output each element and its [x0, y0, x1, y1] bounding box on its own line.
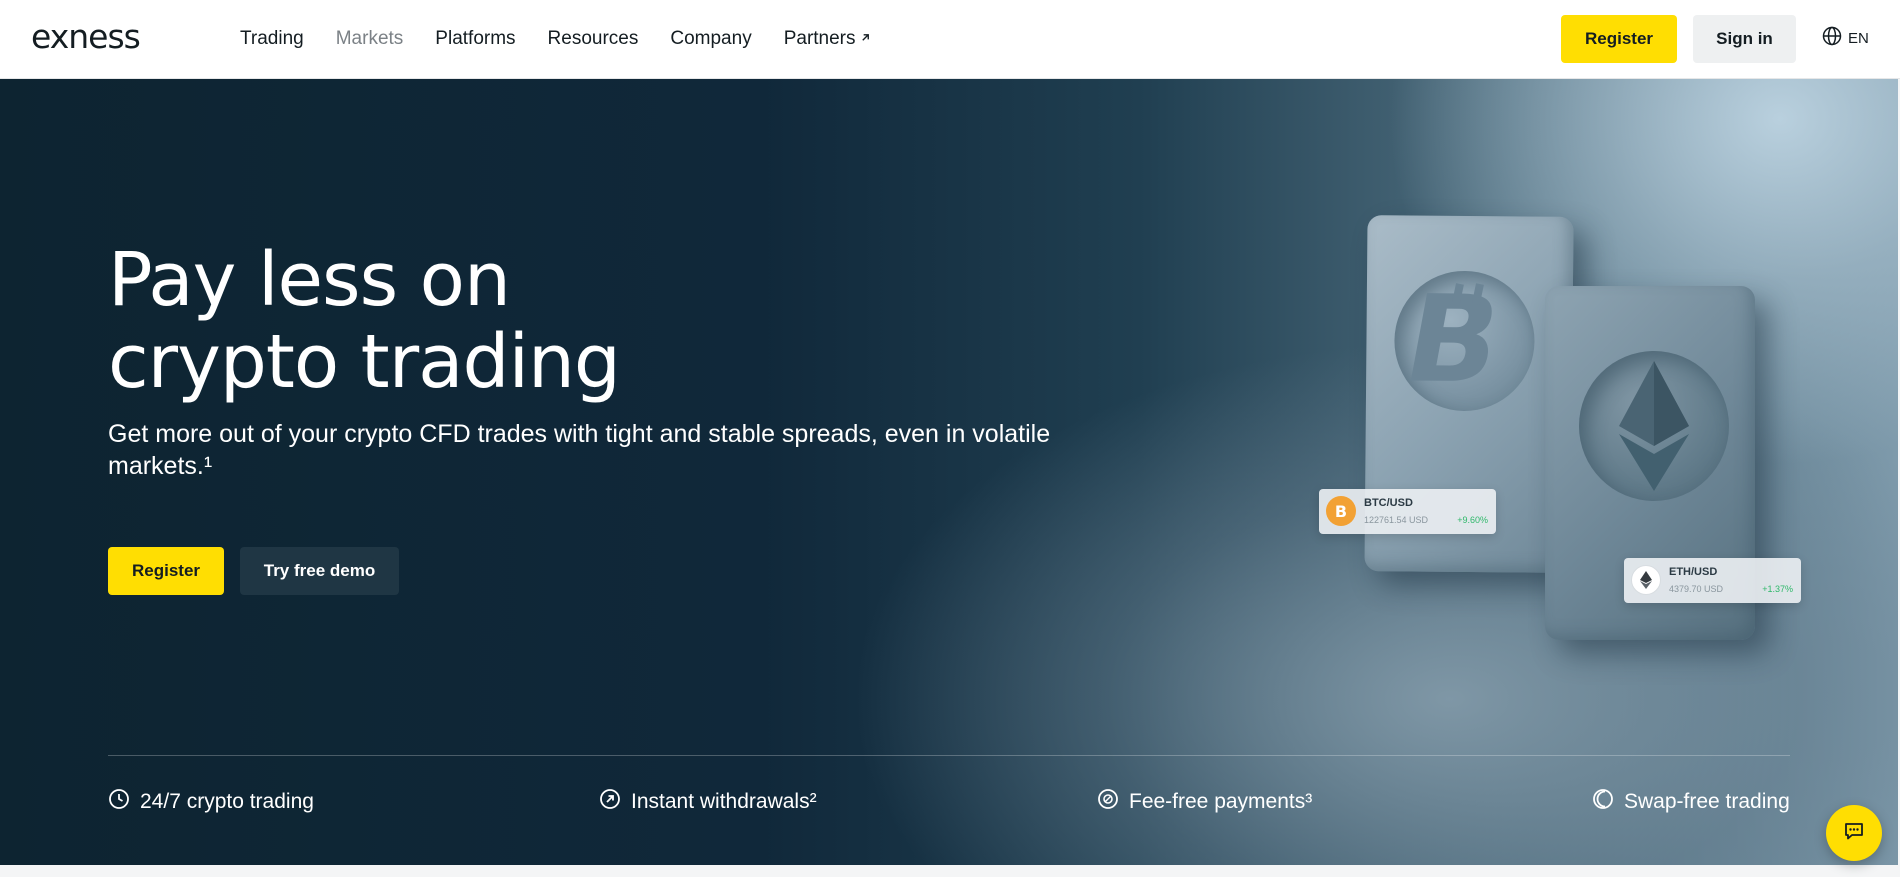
nav-item-label: Company — [670, 28, 752, 49]
nav-item-markets[interactable]: Markets — [336, 24, 404, 54]
hero-title-line: crypto trading — [108, 319, 621, 405]
svg-text:B: B — [1335, 502, 1347, 520]
hero-section: Pay less on crypto trading Get more out … — [0, 79, 1898, 865]
nav-item-label: Partners — [783, 28, 856, 49]
clock-icon — [108, 788, 130, 816]
external-arrow-icon — [860, 24, 871, 54]
bitcoin-coin: B — [1393, 270, 1536, 412]
feature-label: 24/7 crypto trading — [140, 790, 314, 813]
nav-item-company[interactable]: Company — [670, 24, 751, 54]
ticker-pair: ETH/USD — [1669, 566, 1718, 578]
site-header: exness Trading Markets Platforms Resourc… — [0, 0, 1900, 79]
arrow-circle-icon — [599, 788, 621, 816]
btc-ticker: B BTC/USD 122761.54 USD +9.60% — [1319, 489, 1496, 534]
ethereum-coin — [1579, 351, 1729, 501]
chat-icon — [1843, 820, 1865, 847]
ticker-price: 4379.70 USD — [1669, 584, 1724, 594]
try-demo-button[interactable]: Try free demo — [240, 547, 399, 595]
chat-support-button[interactable] — [1826, 805, 1882, 861]
nav-item-partners[interactable]: Partners — [784, 24, 871, 54]
main-nav: Trading Markets Platforms Resources Comp… — [240, 24, 871, 54]
eth-ticker: ETH/USD 4379.70 USD +1.37% — [1624, 558, 1801, 603]
ethereum-icon — [1579, 351, 1729, 501]
ticker-pair: BTC/USD — [1364, 497, 1413, 509]
nav-item-label: Resources — [547, 28, 639, 49]
ticker-change: +1.37% — [1762, 584, 1793, 594]
bitcoin-icon: B — [1326, 496, 1356, 526]
exness-logo[interactable]: exness — [31, 17, 141, 57]
hero-title: Pay less on crypto trading — [108, 237, 621, 405]
ticker-change: +9.60% — [1457, 515, 1488, 525]
nav-item-resources[interactable]: Resources — [548, 24, 639, 54]
language-label: EN — [1848, 29, 1869, 47]
hero-register-button[interactable]: Register — [108, 547, 224, 595]
feature-label: Swap-free trading — [1624, 790, 1790, 813]
ethereum-icon — [1631, 565, 1661, 595]
hero-subtitle: Get more out of your crypto CFD trades w… — [108, 420, 1051, 480]
nav-item-trading[interactable]: Trading — [240, 24, 304, 54]
feature-label: Fee-free payments³ — [1129, 790, 1313, 813]
sign-in-button[interactable]: Sign in — [1693, 15, 1796, 63]
feature-item: Swap-free trading — [1592, 788, 1790, 816]
feature-label: Instant withdrawals² — [631, 790, 817, 813]
globe-icon — [1822, 26, 1842, 50]
coin-icon — [1097, 788, 1119, 816]
nav-item-label: Trading — [240, 28, 304, 49]
register-button[interactable]: Register — [1561, 15, 1677, 63]
feature-item: Fee-free payments³ — [1097, 788, 1312, 816]
feature-item: Instant withdrawals² — [599, 788, 817, 816]
hero-title-line: Pay less on — [108, 237, 511, 323]
hero-divider — [108, 755, 1790, 756]
nav-item-label: Markets — [335, 28, 404, 49]
bitcoin-icon: B — [1394, 270, 1535, 411]
feature-item: 24/7 crypto trading — [108, 788, 314, 816]
moon-icon — [1592, 788, 1614, 816]
ticker-price: 122761.54 USD — [1364, 515, 1429, 525]
nav-item-platforms[interactable]: Platforms — [435, 24, 515, 54]
nav-item-label: Platforms — [435, 28, 516, 49]
language-selector[interactable]: EN — [1822, 26, 1869, 50]
